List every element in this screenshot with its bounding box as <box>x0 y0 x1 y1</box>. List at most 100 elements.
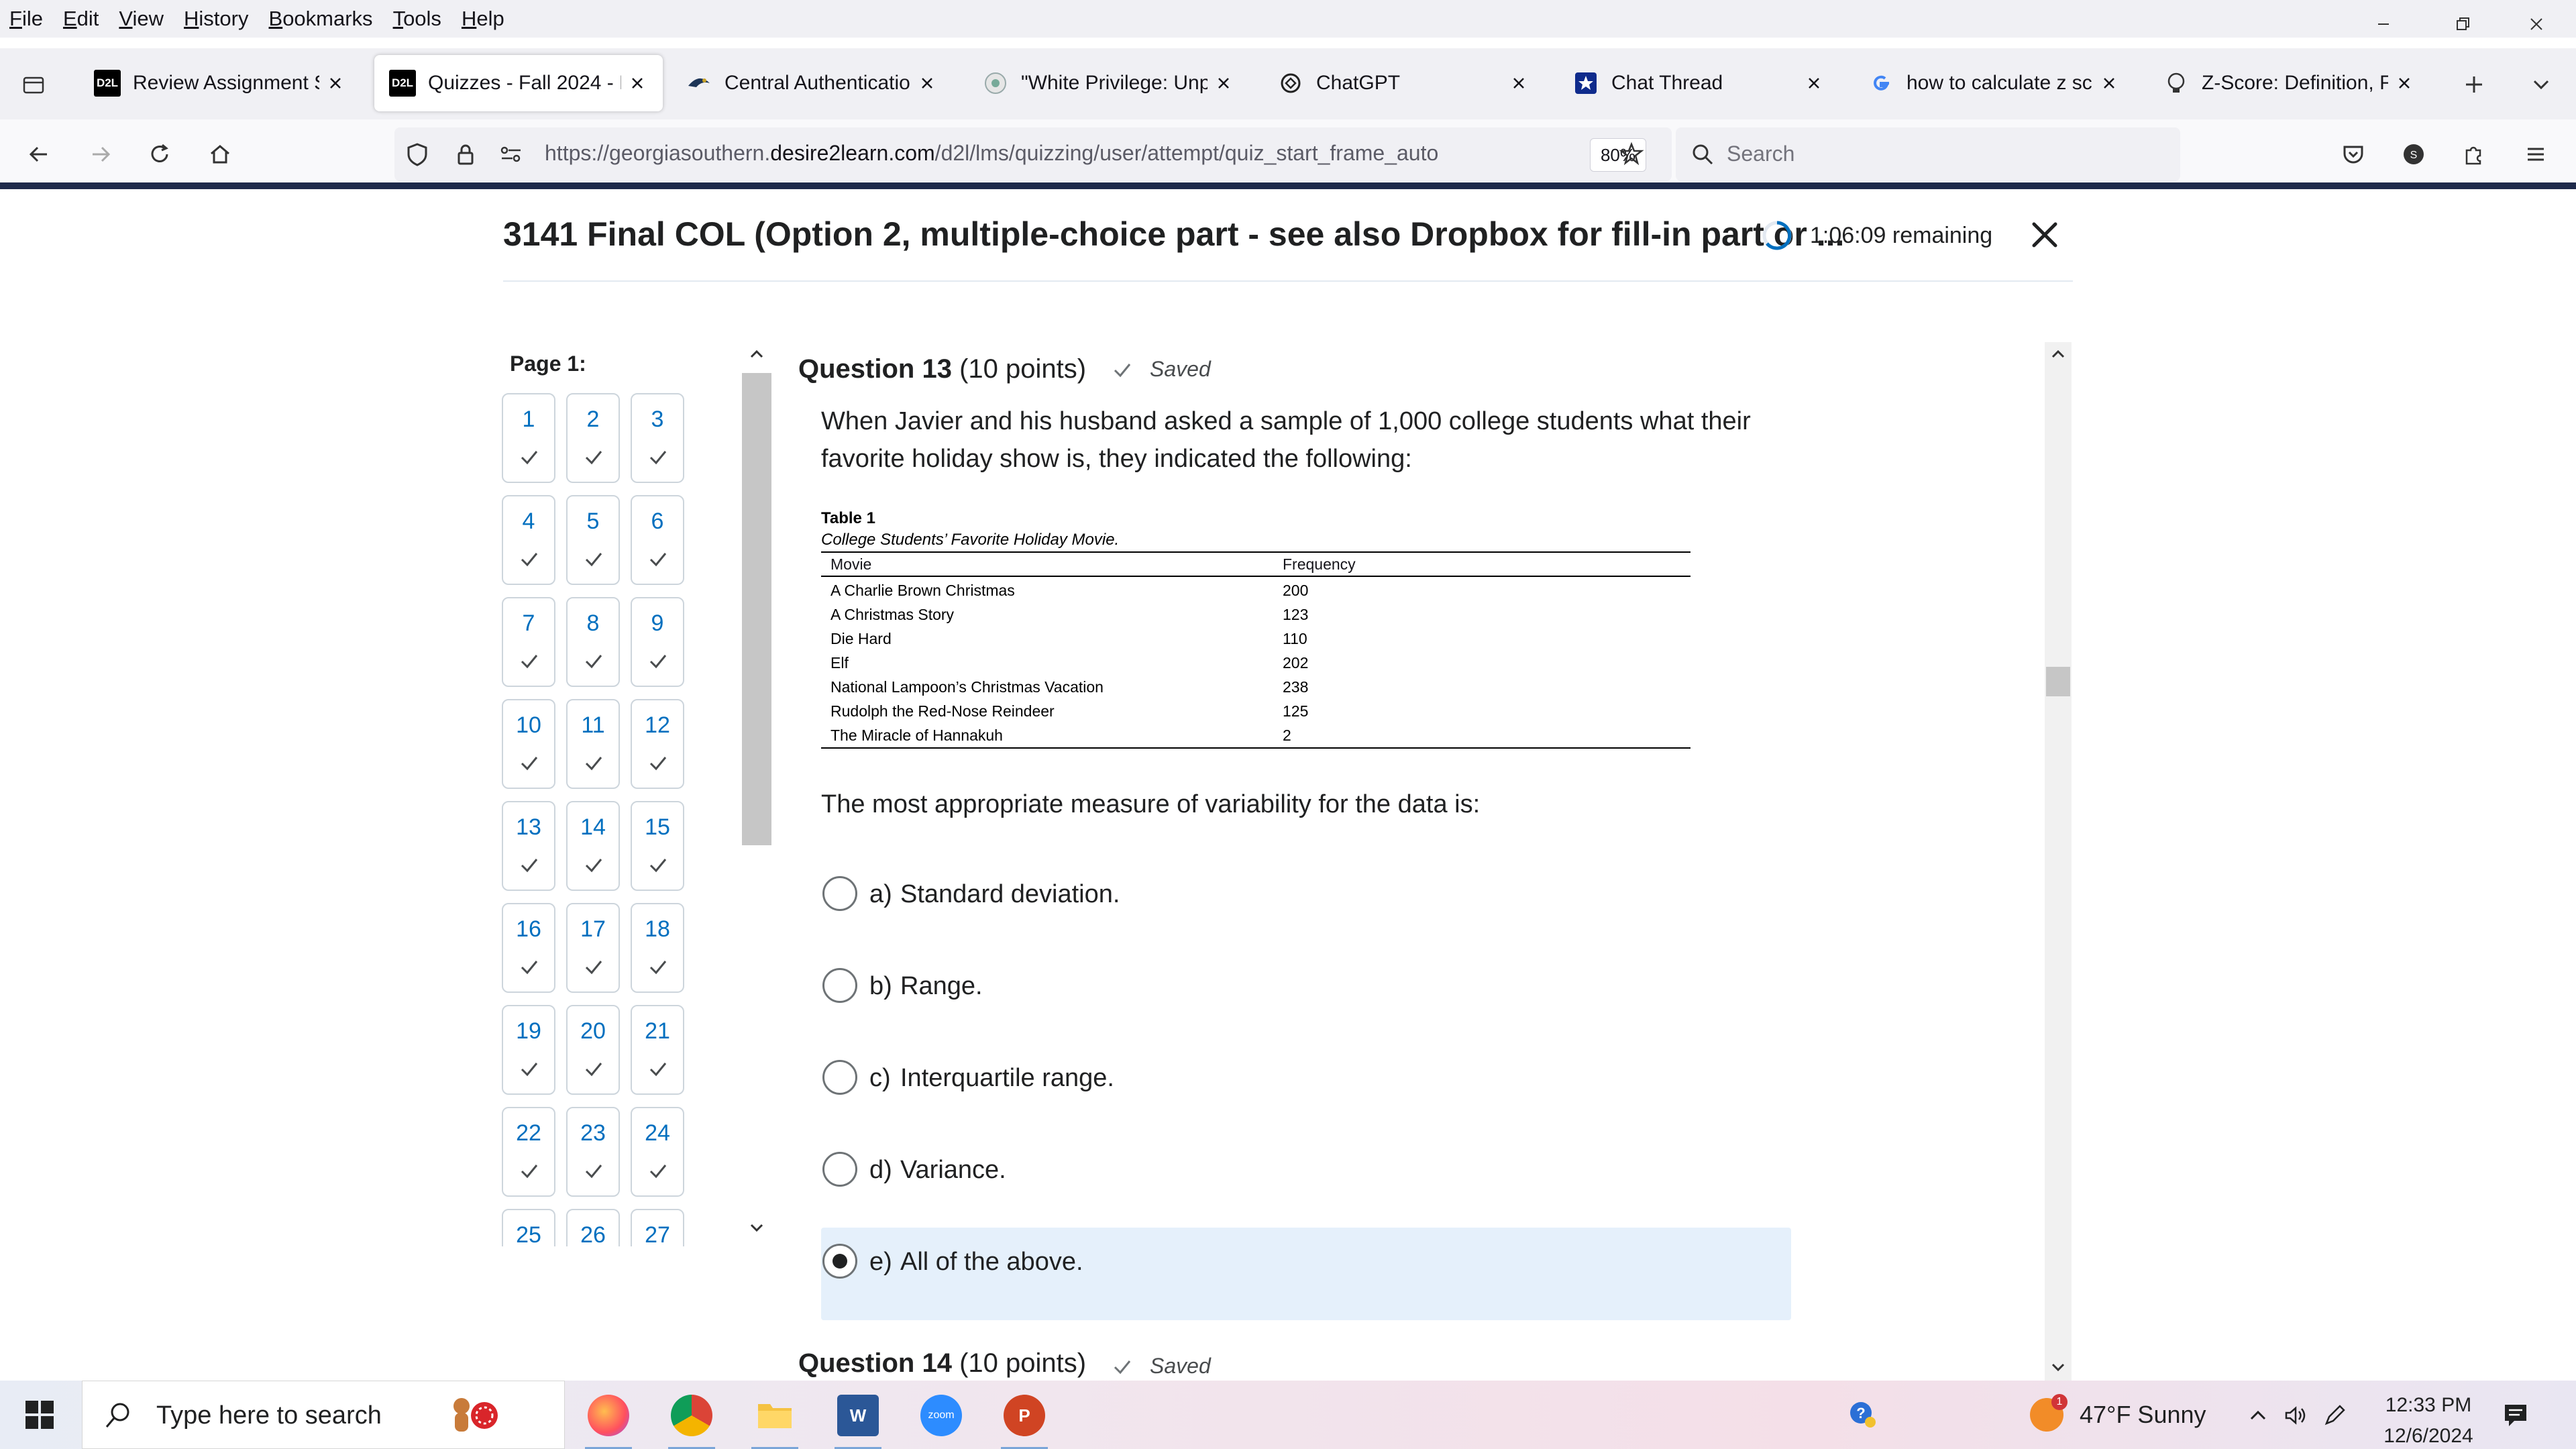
question-nav-button-8[interactable]: 8 <box>566 597 620 687</box>
answer-option-d[interactable]: d) Variance. <box>821 1136 1791 1228</box>
new-tab-button[interactable] <box>2455 66 2493 103</box>
question-nav-button-17[interactable]: 17 <box>566 903 620 993</box>
scrollbar-thumb[interactable] <box>742 373 771 845</box>
start-button[interactable] <box>0 1381 79 1449</box>
radio-button[interactable] <box>822 968 857 1003</box>
tab-quizzes[interactable]: D2L Quizzes - Fall 2024 - R <box>374 55 663 111</box>
notifications-icon[interactable] <box>2501 1401 2530 1430</box>
tab-chatgpt[interactable]: ChatGPT <box>1263 55 1544 111</box>
question-nav-button-9[interactable]: 9 <box>631 597 684 687</box>
zoom-icon[interactable]: zoom <box>911 1389 971 1442</box>
chrome-icon[interactable] <box>661 1389 722 1449</box>
help-icon[interactable]: ? <box>1846 1398 1880 1432</box>
question-nav-button-19[interactable]: 19 <box>502 1005 555 1095</box>
page-scrollbar[interactable] <box>2045 342 2072 1381</box>
forward-button[interactable] <box>82 136 119 173</box>
restore-button[interactable] <box>2423 0 2502 48</box>
question-nav-button-26[interactable]: 26 <box>566 1209 620 1246</box>
tab-close-button[interactable] <box>1803 72 1825 94</box>
question-nav-button-13[interactable]: 13 <box>502 801 555 891</box>
scroll-up-arrow-icon[interactable] <box>2046 342 2070 366</box>
question-nav-button-15[interactable]: 15 <box>631 801 684 891</box>
scroll-down-arrow-icon[interactable] <box>2046 1355 2070 1379</box>
firefox-icon[interactable] <box>578 1389 639 1449</box>
tab-white-privilege[interactable]: "White Privilege: Unpa <box>967 55 1249 111</box>
answer-option-b[interactable]: b) Range. <box>821 952 1791 1044</box>
url-text[interactable]: https://georgiasouthern.desire2learn.com… <box>545 141 1470 166</box>
question-nav-button-24[interactable]: 24 <box>631 1107 684 1197</box>
menu-view[interactable]: View <box>119 7 164 31</box>
answer-option-e[interactable]: e) All of the above. <box>821 1228 1791 1320</box>
tab-how-to-calculate-z-score[interactable]: how to calculate z sco <box>1853 55 2135 111</box>
question-nav-button-3[interactable]: 3 <box>631 393 684 483</box>
file-explorer-icon[interactable] <box>745 1389 805 1449</box>
menu-file[interactable]: File <box>9 7 43 31</box>
scrollbar-thumb[interactable] <box>2046 667 2070 696</box>
powerpoint-icon[interactable]: P <box>994 1389 1055 1449</box>
answer-option-a[interactable]: a) Standard deviation. <box>821 860 1791 953</box>
question-nav-button-20[interactable]: 20 <box>566 1005 620 1095</box>
question-nav-button-16[interactable]: 16 <box>502 903 555 993</box>
question-nav-button-11[interactable]: 11 <box>566 699 620 789</box>
volume-icon[interactable] <box>2282 1402 2309 1429</box>
menu-edit[interactable]: Edit <box>63 7 99 31</box>
list-all-tabs-button[interactable] <box>2522 66 2560 103</box>
bookmark-star-button[interactable] <box>1613 136 1650 173</box>
question-nav-button-25[interactable]: 25 <box>502 1209 555 1246</box>
gingerbread-icon[interactable] <box>443 1389 503 1442</box>
question-nav-button-22[interactable]: 22 <box>502 1107 555 1197</box>
reload-button[interactable] <box>141 136 178 173</box>
menu-history[interactable]: History <box>184 7 248 31</box>
menu-help[interactable]: Help <box>462 7 504 31</box>
scroll-down-arrow-icon[interactable] <box>745 1216 769 1240</box>
tab-close-button[interactable] <box>1508 72 1529 94</box>
question-nav-button-1[interactable]: 1 <box>502 393 555 483</box>
question-nav-scrollbar[interactable] <box>742 342 771 1248</box>
close-window-button[interactable] <box>2497 0 2576 48</box>
question-nav-button-10[interactable]: 10 <box>502 699 555 789</box>
question-nav-button-23[interactable]: 23 <box>566 1107 620 1197</box>
question-nav-button-14[interactable]: 14 <box>566 801 620 891</box>
question-nav-button-27[interactable]: 27 <box>631 1209 684 1246</box>
question-nav-button-5[interactable]: 5 <box>566 495 620 585</box>
tab-z-score-definition[interactable]: Z-Score: Definition, Fo <box>2148 55 2430 111</box>
scroll-up-arrow-icon[interactable] <box>745 342 769 366</box>
radio-button[interactable] <box>822 1244 857 1279</box>
tab-close-button[interactable] <box>916 72 938 94</box>
tab-close-button[interactable] <box>1213 72 1234 94</box>
pocket-button[interactable] <box>2334 136 2372 173</box>
question-nav-button-6[interactable]: 6 <box>631 495 684 585</box>
tab-manager-button[interactable] <box>15 66 52 103</box>
tab-close-button[interactable] <box>627 72 648 94</box>
tab-review-assignment[interactable]: D2L Review Assignment Su <box>79 55 361 111</box>
question-nav-button-12[interactable]: 12 <box>631 699 684 789</box>
back-button[interactable] <box>20 136 58 173</box>
question-nav-button-2[interactable]: 2 <box>566 393 620 483</box>
radio-button[interactable] <box>822 876 857 911</box>
tab-central-authentication[interactable]: Central Authentication <box>671 55 953 111</box>
close-quiz-button[interactable] <box>2026 216 2063 254</box>
address-bar[interactable]: https://georgiasouthern.desire2learn.com… <box>394 127 1672 181</box>
word-icon[interactable]: W <box>828 1389 888 1449</box>
extensions-button[interactable] <box>2455 136 2493 173</box>
tab-close-button[interactable] <box>2394 72 2415 94</box>
tab-close-button[interactable] <box>325 72 346 94</box>
menu-bookmarks[interactable]: Bookmarks <box>269 7 373 31</box>
minimize-button[interactable] <box>2344 0 2423 48</box>
question-nav-button-18[interactable]: 18 <box>631 903 684 993</box>
menu-tools[interactable]: Tools <box>393 7 441 31</box>
permissions-icon[interactable] <box>498 141 525 168</box>
question-nav-button-7[interactable]: 7 <box>502 597 555 687</box>
radio-button[interactable] <box>822 1152 857 1187</box>
home-button[interactable] <box>201 136 239 173</box>
system-clock[interactable]: 12:33 PM 12/6/2024 <box>2361 1390 2496 1449</box>
question-nav-button-4[interactable]: 4 <box>502 495 555 585</box>
pen-icon[interactable] <box>2321 1402 2348 1429</box>
account-button[interactable]: S <box>2395 136 2432 173</box>
radio-button[interactable] <box>822 1060 857 1095</box>
tab-chat-thread[interactable]: Chat Thread <box>1558 55 1839 111</box>
app-menu-button[interactable] <box>2517 136 2555 173</box>
tab-close-button[interactable] <box>2098 72 2120 94</box>
chevron-up-icon[interactable] <box>2245 1402 2271 1429</box>
weather-widget[interactable]: 1 47°F Sunny <box>2030 1394 2206 1432</box>
